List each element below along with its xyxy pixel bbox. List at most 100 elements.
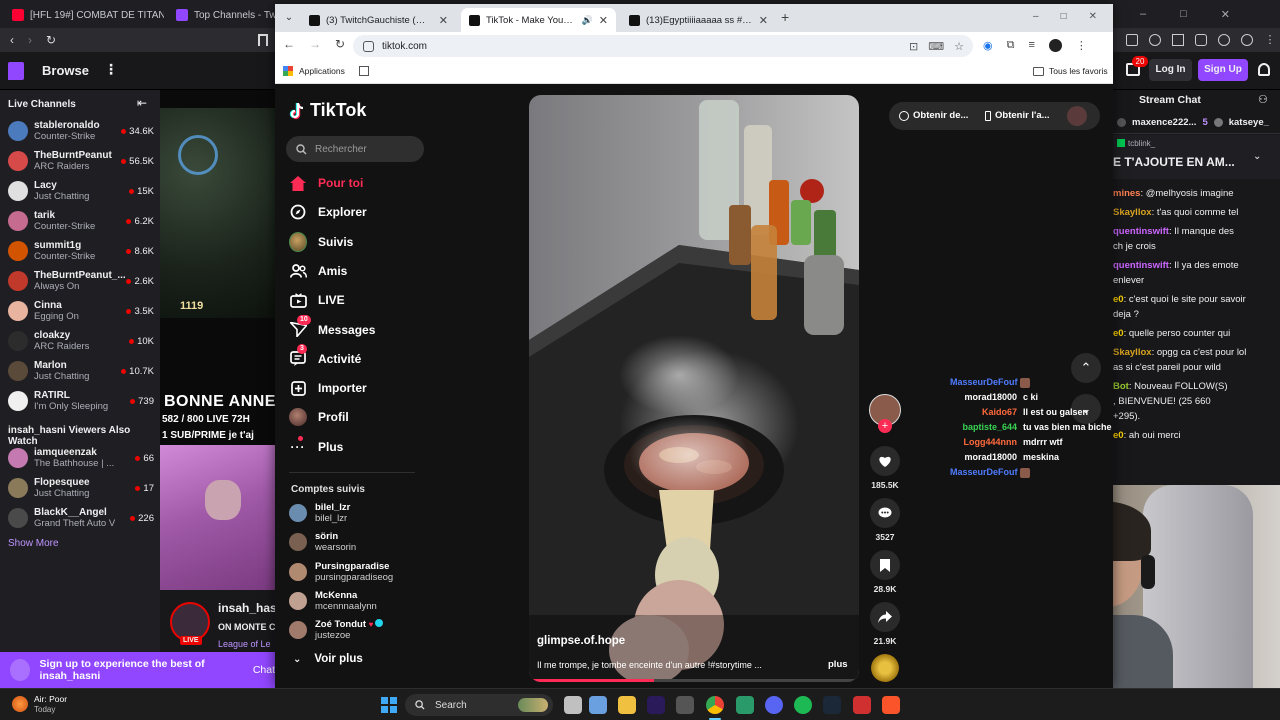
nav-item-live[interactable]: LIVE [289, 291, 345, 309]
close-icon[interactable]: ✕ [1221, 8, 1230, 21]
forward-icon[interactable]: → [309, 37, 321, 51]
sidebar-recommended-channel[interactable]: BlackK__Angel Grand Theft Auto V 226 [0, 503, 160, 533]
sidebar-channel[interactable]: Cinna Egging On 3.5K [0, 296, 160, 326]
sidebar-channel[interactable]: tarik Counter-Strike 6.2K [0, 206, 160, 236]
stream-player[interactable]: 1119 BONNE ANNE 582 / 800 LIVE 72H 1 SUB… [160, 90, 275, 688]
chrome-tab[interactable]: (13)Egyptiiiiaaaaa ss #cleopatr... ✕ [621, 8, 776, 32]
followed-account[interactable]: sörin wearsorin [289, 531, 356, 553]
tab-close-icon[interactable]: ✕ [599, 14, 608, 27]
login-button[interactable]: Log In [1149, 59, 1192, 81]
bookmark-icon[interactable] [870, 550, 900, 580]
media-controls-icon[interactable]: ≡ [1028, 39, 1034, 52]
video-progress-track[interactable] [529, 679, 859, 682]
sidebar-channel[interactable]: stableronaldo Counter-Strike 34.6K [0, 116, 160, 146]
brave-icon[interactable] [882, 696, 900, 714]
sidebar-channel[interactable]: summit1g Counter-Strike 8.6K [0, 236, 160, 266]
music-disc-icon[interactable] [871, 654, 899, 682]
stream-game[interactable]: League of Le [218, 639, 271, 649]
menu-icon[interactable]: ⋮ [1076, 39, 1087, 52]
audio-playing-icon[interactable]: 🔊 [582, 15, 593, 26]
profile-avatar[interactable] [1048, 39, 1062, 52]
taskbar-search[interactable]: Search [405, 694, 553, 716]
nav-item-compass[interactable]: Explorer [289, 203, 367, 221]
app-icon[interactable] [736, 696, 754, 714]
nav-item-profile-avatar[interactable]: Profil [289, 408, 349, 427]
steam-icon[interactable] [823, 696, 841, 714]
chat-username[interactable]: Skayllox [1113, 347, 1152, 358]
pinned-message[interactable]: tcblink_ E T'AJOUTE EN AM... ⌄ [1113, 135, 1280, 179]
followed-account[interactable]: Zoé Tondut ♥ justezoe [289, 619, 384, 641]
maximize-icon[interactable]: □ [1061, 11, 1067, 22]
share-action[interactable]: 21.9K [867, 602, 903, 646]
chevron-down-icon[interactable]: ⌄ [1253, 151, 1261, 162]
sidebar-channel[interactable]: TheBurntPeanut_... Always On 2.6K [0, 266, 160, 296]
video-author[interactable]: glimpse.of.hope [537, 635, 625, 647]
comment-icon[interactable] [870, 498, 900, 528]
tab-groups-icon[interactable] [358, 66, 369, 76]
nav-item-activity[interactable]: 3 Activité [289, 343, 361, 368]
sidebar-channel[interactable]: Lacy Just Chatting 15K [0, 176, 160, 206]
bg-tab-youtube[interactable]: [HFL 19#] COMBAT DE TITANS IL SE [4, 4, 164, 26]
windows-start-icon[interactable] [381, 697, 397, 713]
sidebar-channel[interactable]: RATIRL I'm Only Sleeping 739 [0, 386, 160, 416]
followed-account[interactable]: bilel_lzr bilel_lzr [289, 502, 350, 524]
account-avatar[interactable] [1067, 106, 1087, 126]
extension-icon[interactable] [1126, 34, 1138, 46]
url-text[interactable]: tiktok.com [382, 41, 427, 52]
minimize-icon[interactable]: – [1140, 8, 1146, 21]
all-bookmarks[interactable]: Tous les favoris [1033, 66, 1108, 76]
minimize-icon[interactable]: – [1033, 11, 1039, 22]
file-explorer-icon[interactable] [564, 696, 582, 714]
maximize-icon[interactable]: □ [1180, 8, 1187, 21]
sidebar-recommended-channel[interactable]: Flopesquee Just Chatting 17 [0, 473, 160, 503]
tiktok-logo[interactable]: TikTok [289, 100, 366, 121]
sidebar-channel[interactable]: Marlon Just Chatting 10.7K [0, 356, 160, 386]
chat-username[interactable]: Bot [1113, 381, 1129, 392]
chat-users-icon[interactable]: ⚇ [1258, 93, 1268, 106]
menu-icon[interactable]: ⋮ [1264, 34, 1276, 46]
extensions-icon[interactable]: ⧉ [1007, 39, 1015, 52]
twitch-logo-icon[interactable] [8, 62, 24, 80]
sidebar-recommended-channel[interactable]: iamqueenzak The Bathhouse | ... 66 [0, 443, 160, 473]
spotify-icon[interactable] [794, 696, 812, 714]
profile-icon[interactable] [1241, 34, 1253, 46]
chat-username[interactable]: quentinswift [1113, 226, 1169, 237]
chrome-tab[interactable]: (3) TwitchGauchiste (@TwitchG... ✕ [301, 8, 456, 32]
back-icon[interactable]: ← [283, 37, 295, 51]
install-icon[interactable]: ⊡ [909, 40, 918, 53]
close-icon[interactable]: ✕ [1089, 11, 1097, 22]
bg-tab-twitch[interactable]: Top Channels - Twitch [168, 4, 278, 26]
sidebar-channel[interactable]: TheBurntPeanut ARC Raiders 56.5K [0, 146, 160, 176]
signup-banner[interactable]: Sign up to experience the best of insah_… [0, 652, 275, 688]
chat-username[interactable]: e0 [1113, 328, 1124, 339]
nav-item-friends[interactable]: Amis [289, 262, 347, 280]
get-app-button[interactable]: Obtenir l'a... [985, 110, 1050, 121]
chrome-icon[interactable] [706, 696, 724, 714]
followed-account[interactable]: McKenna mcennnaalynn [289, 590, 377, 612]
settings-icon[interactable] [1218, 34, 1230, 46]
chrome-tab-active[interactable]: TikTok - Make Your Day 🔊 ✕ [461, 8, 616, 32]
search-input[interactable]: Rechercher [286, 136, 424, 162]
sidepanel-icon[interactable] [1172, 34, 1184, 46]
audio-icon[interactable]: ◉ [983, 39, 993, 52]
chat-username[interactable]: Skayllox [1113, 207, 1152, 218]
bookmark-icon[interactable] [258, 34, 268, 46]
video-player[interactable]: glimpse.of.hope Il me trompe, je tombe e… [529, 95, 859, 682]
leaderboard-user[interactable]: katseye_ [1229, 117, 1269, 128]
leaderboard-user[interactable]: maxence222... [1132, 117, 1196, 128]
reload-icon[interactable]: ↻ [46, 33, 56, 47]
nav-item-home[interactable]: Pour toi [289, 174, 363, 192]
browse-link[interactable]: Browse [42, 63, 89, 78]
streamer-name[interactable]: insah_hasni [218, 601, 275, 615]
nav-item-upload[interactable]: Importer [289, 379, 367, 397]
forward-icon[interactable]: › [28, 33, 32, 47]
signup-button[interactable]: Sign Up [1198, 59, 1248, 81]
nav-item-following-avatar[interactable]: Suivis [289, 231, 353, 252]
chat-username[interactable]: mines [1113, 188, 1140, 199]
tab-search-icon[interactable]: ⌄ [281, 10, 297, 26]
followed-account[interactable]: Pursingparadise pursingparadiseog [289, 561, 393, 583]
chat-username[interactable]: e0 [1113, 294, 1124, 305]
folder-icon[interactable] [618, 696, 636, 714]
premiere-icon[interactable] [647, 696, 665, 714]
show-more-link[interactable]: Show More [8, 538, 59, 549]
